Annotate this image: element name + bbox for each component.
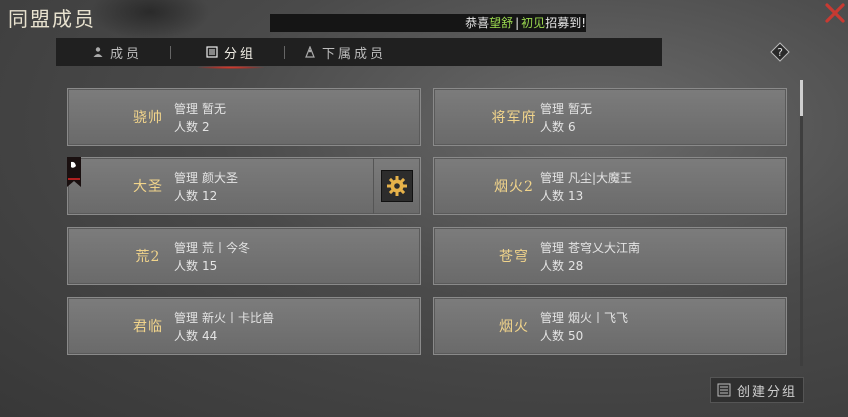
group-count: 12 bbox=[202, 189, 218, 203]
group-settings-button[interactable] bbox=[381, 170, 413, 202]
list-icon bbox=[717, 383, 731, 397]
count-label: 人数 bbox=[540, 259, 565, 273]
group-count: 2 bbox=[202, 120, 210, 134]
tab-divider bbox=[284, 46, 285, 59]
count-label: 人数 bbox=[174, 189, 199, 203]
ticker-separator: | bbox=[515, 16, 520, 30]
group-count: 28 bbox=[568, 259, 584, 273]
manager-label: 管理 bbox=[540, 241, 565, 255]
count-label: 人数 bbox=[174, 120, 199, 134]
group-count: 15 bbox=[202, 259, 218, 273]
group-card[interactable]: 苍穹 管理 苍穹乂大江南 人数 28 bbox=[433, 227, 787, 285]
active-tab-indicator bbox=[198, 66, 265, 69]
close-icon bbox=[825, 3, 845, 23]
manager-label: 管理 bbox=[174, 102, 199, 116]
manager-label: 管理 bbox=[540, 171, 565, 185]
group-manager: 暂无 bbox=[202, 102, 227, 116]
question-icon: ? bbox=[770, 42, 790, 62]
group-manager: 苍穹乂大江南 bbox=[568, 241, 641, 255]
ticker-name-2: 初见 bbox=[521, 16, 546, 30]
group-card[interactable]: 将军府 管理 暂无 人数 6 bbox=[433, 88, 787, 146]
group-card[interactable]: 君临 管理 新火丨卡比兽 人数 44 bbox=[67, 297, 421, 355]
page-title: 同盟成员 bbox=[8, 7, 96, 31]
announcement-ticker: 恭喜望舒 | 初见招募到! bbox=[270, 14, 586, 32]
count-label: 人数 bbox=[540, 329, 565, 343]
count-label: 人数 bbox=[174, 329, 199, 343]
group-count: 13 bbox=[568, 189, 584, 203]
group-card[interactable]: 荒2 管理 荒丨今冬 人数 15 bbox=[67, 227, 421, 285]
group-card-own[interactable]: 大圣 管理 颜大圣 人数 12 bbox=[67, 157, 421, 215]
count-label: 人数 bbox=[540, 189, 565, 203]
group-card[interactable]: 骁帅 管理 暂无 人数 2 bbox=[67, 88, 421, 146]
group-count: 50 bbox=[568, 329, 584, 343]
banner-flag-icon bbox=[67, 157, 81, 187]
group-manager: 烟火丨飞飞 bbox=[568, 311, 629, 325]
create-group-label: 创建分组 bbox=[737, 384, 798, 400]
group-card[interactable]: 烟火2 管理 凡尘|大魔王 人数 13 bbox=[433, 157, 787, 215]
group-info: 管理 暂无 人数 2 bbox=[174, 100, 226, 136]
group-info: 管理 凡尘|大魔王 人数 13 bbox=[540, 169, 632, 205]
member-icon bbox=[93, 47, 103, 57]
tab-groups[interactable]: 分组 bbox=[198, 38, 265, 69]
group-settings-area bbox=[373, 158, 420, 214]
tab-subordinates-label: 下属成员 bbox=[322, 46, 387, 62]
close-button[interactable] bbox=[824, 2, 846, 24]
group-count: 44 bbox=[202, 329, 218, 343]
group-info: 管理 新火丨卡比兽 人数 44 bbox=[174, 309, 274, 345]
subordinate-icon bbox=[305, 46, 315, 58]
manager-label: 管理 bbox=[540, 102, 565, 116]
tab-bar: 成员 分组 下属成员 bbox=[56, 38, 662, 69]
group-info: 管理 烟火丨飞飞 人数 50 bbox=[540, 309, 628, 345]
group-manager: 暂无 bbox=[568, 102, 593, 116]
tab-groups-label: 分组 bbox=[224, 46, 257, 62]
scrollbar-thumb[interactable] bbox=[800, 80, 803, 116]
group-card[interactable]: 烟火 管理 烟火丨飞飞 人数 50 bbox=[433, 297, 787, 355]
scrollbar-track[interactable] bbox=[800, 80, 803, 366]
group-manager: 荒丨今冬 bbox=[202, 241, 251, 255]
help-button[interactable]: ? bbox=[770, 42, 790, 62]
create-group-button[interactable]: 创建分组 bbox=[710, 377, 804, 403]
group-info: 管理 暂无 人数 6 bbox=[540, 100, 592, 136]
ticker-suffix: 招募到! bbox=[545, 16, 586, 30]
tab-members[interactable]: 成员 bbox=[92, 38, 142, 66]
group-manager: 新火丨卡比兽 bbox=[202, 311, 275, 325]
tab-members-label: 成员 bbox=[110, 46, 143, 62]
manager-label: 管理 bbox=[540, 311, 565, 325]
ink-decoration bbox=[90, 0, 210, 40]
ticker-prefix: 恭喜 bbox=[465, 16, 490, 30]
group-icon bbox=[206, 46, 218, 58]
count-label: 人数 bbox=[174, 259, 199, 273]
ticker-name-1: 望舒 bbox=[489, 16, 514, 30]
manager-label: 管理 bbox=[174, 241, 199, 255]
tab-divider bbox=[170, 46, 171, 59]
group-info: 管理 苍穹乂大江南 人数 28 bbox=[540, 239, 640, 275]
gear-icon bbox=[387, 176, 407, 196]
count-label: 人数 bbox=[540, 120, 565, 134]
group-info: 管理 荒丨今冬 人数 15 bbox=[174, 239, 250, 275]
tab-subordinates[interactable]: 下属成员 bbox=[304, 38, 386, 66]
manager-label: 管理 bbox=[174, 311, 199, 325]
group-manager: 凡尘|大魔王 bbox=[568, 171, 633, 185]
group-count: 6 bbox=[568, 120, 576, 134]
manager-label: 管理 bbox=[174, 171, 199, 185]
svg-text:?: ? bbox=[777, 46, 783, 59]
group-manager: 颜大圣 bbox=[202, 171, 239, 185]
group-info: 管理 颜大圣 人数 12 bbox=[174, 169, 238, 205]
